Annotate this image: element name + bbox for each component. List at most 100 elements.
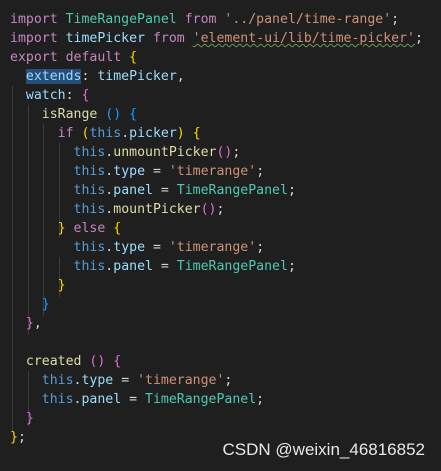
code-token: () xyxy=(216,145,233,160)
code-token: from xyxy=(152,31,185,46)
code-token: = xyxy=(152,259,177,274)
code-token: this xyxy=(73,259,106,274)
watermark: CSDN @weixin_46816852 xyxy=(222,440,425,459)
code-token: = xyxy=(121,392,146,407)
code-token: . xyxy=(121,126,130,141)
code-token: timePicker xyxy=(97,69,177,84)
code-token: this xyxy=(41,373,74,388)
code-token: , xyxy=(176,69,185,84)
code-token: ) xyxy=(176,126,185,141)
code-token: ; xyxy=(224,373,233,388)
code-token: timePicker xyxy=(65,31,145,46)
code-token: 'element-ui/lib/time-picker' xyxy=(192,31,415,46)
code-token: ; xyxy=(216,202,225,217)
code-token: unmountPicker xyxy=(113,145,217,160)
code-line: export default { xyxy=(10,48,137,67)
code-editor[interactable]: import TimeRangePanel from '../panel/tim… xyxy=(0,0,441,471)
code-token: this xyxy=(73,202,106,217)
code-token: = xyxy=(113,373,138,388)
code-line: import timePicker from 'element-ui/lib/t… xyxy=(10,29,423,48)
code-line: this.type = 'timerange'; xyxy=(10,162,265,181)
code-token: import xyxy=(10,12,58,27)
code-line xyxy=(10,333,18,352)
code-token: ; xyxy=(256,392,265,407)
code-token: } xyxy=(25,411,34,426)
code-token: ; xyxy=(287,183,296,198)
code-token: panel xyxy=(113,259,153,274)
code-token: ; xyxy=(232,145,241,160)
code-token: : xyxy=(81,69,98,84)
code-token: } xyxy=(57,278,66,293)
code-token: : xyxy=(65,88,82,103)
code-token: panel xyxy=(113,183,153,198)
code-token: { xyxy=(81,88,90,103)
code-token: extends xyxy=(25,69,82,84)
code-token: ; xyxy=(256,240,265,255)
code-token: { xyxy=(129,107,138,122)
code-token: } xyxy=(57,221,66,236)
code-token: import xyxy=(10,31,58,46)
code-token: mountPicker xyxy=(113,202,201,217)
code-line: }; xyxy=(10,428,26,447)
code-token: 'timerange' xyxy=(137,373,225,388)
code-token: = xyxy=(145,240,169,255)
code-line: this.panel = TimeRangePanel; xyxy=(10,390,264,409)
code-token: picker xyxy=(129,126,177,141)
code-token: } xyxy=(41,297,50,312)
code-token: this xyxy=(73,240,106,255)
code-token: ; xyxy=(287,259,296,274)
code-token: 'timerange' xyxy=(168,164,257,179)
code-token: { xyxy=(113,221,122,236)
code-token: { xyxy=(192,126,201,141)
code-token: this xyxy=(73,164,106,179)
code-token: TimeRangePanel xyxy=(65,12,177,27)
code-line: if (this.picker) { xyxy=(10,124,201,143)
code-token: TimeRangePanel xyxy=(176,259,288,274)
code-line: this.mountPicker(); xyxy=(10,200,225,219)
code-token: = xyxy=(152,183,177,198)
code-token: } xyxy=(25,316,34,331)
code-token: type xyxy=(81,373,114,388)
code-line: this.panel = TimeRangePanel; xyxy=(10,181,296,200)
code-token: { xyxy=(129,50,138,65)
code-token: '../panel/time-range' xyxy=(224,12,392,27)
code-token: } xyxy=(10,430,18,445)
code-token: ; xyxy=(17,430,26,445)
code-token: , xyxy=(33,316,42,331)
code-token: ; xyxy=(256,164,265,179)
code-token: { xyxy=(113,354,122,369)
code-line: isRange () { xyxy=(10,105,137,124)
code-line: extends: timePicker, xyxy=(10,67,185,86)
code-line: } xyxy=(10,295,50,314)
code-line: this.unmountPicker(); xyxy=(10,143,241,162)
code-token: created xyxy=(25,354,82,369)
code-token: from xyxy=(184,12,217,27)
code-line: this.type = 'timerange'; xyxy=(10,238,265,257)
code-token: ; xyxy=(414,31,423,46)
code-token: watch xyxy=(25,88,66,103)
code-token: this xyxy=(73,145,106,160)
code-line: } xyxy=(10,276,66,295)
